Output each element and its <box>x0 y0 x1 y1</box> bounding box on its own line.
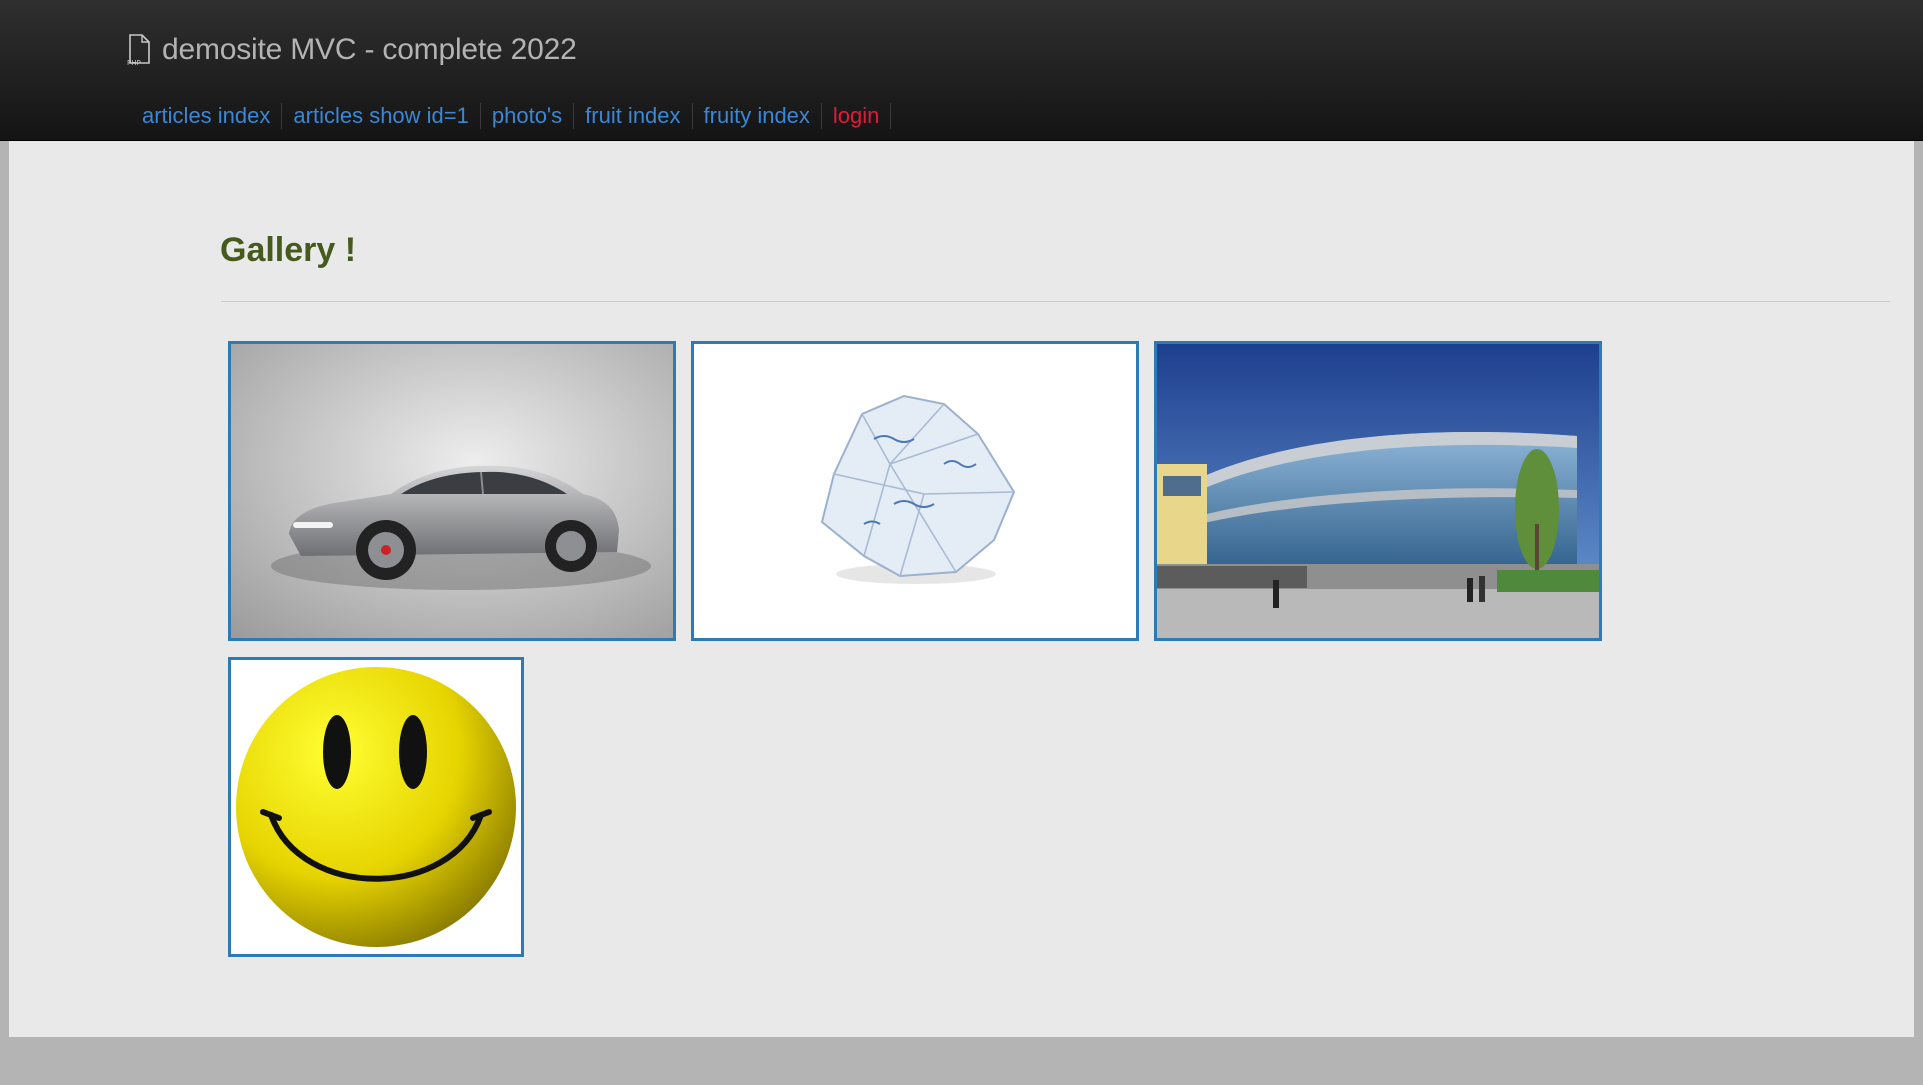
nav-link-articles-index[interactable]: articles index <box>131 103 283 129</box>
title-divider <box>221 301 1890 302</box>
gallery-thumb-smiley[interactable] <box>228 657 524 957</box>
car-image <box>231 344 673 638</box>
building-image <box>1157 344 1599 638</box>
main-nav: articles index articles show id=1 photo'… <box>131 101 892 131</box>
page-title: Gallery ! <box>220 231 357 269</box>
nav-link-articles-show[interactable]: articles show id=1 <box>282 103 481 129</box>
smiley-face-image <box>231 660 521 954</box>
gallery-thumb-paper[interactable] <box>691 341 1139 641</box>
nav-link-fruity-index[interactable]: fruity index <box>693 103 822 129</box>
nav-link-login[interactable]: login <box>822 103 892 129</box>
site-title[interactable]: demosite MVC - complete 2022 <box>162 33 577 67</box>
php-icon-text: PHP <box>127 59 141 67</box>
gallery-thumb-building[interactable] <box>1154 341 1602 641</box>
nav-link-photos[interactable]: photo's <box>481 103 575 129</box>
main-content: Gallery ! <box>9 141 1914 1037</box>
brand[interactable]: PHP demosite MVC - complete 2022 <box>126 30 577 70</box>
nav-link-fruit-index[interactable]: fruit index <box>574 103 693 129</box>
paper-ball-image <box>694 344 1136 638</box>
gallery-thumb-car[interactable] <box>228 341 676 641</box>
php-file-icon: PHP <box>127 34 150 67</box>
site-header: PHP demosite MVC - complete 2022 article… <box>0 0 1923 141</box>
